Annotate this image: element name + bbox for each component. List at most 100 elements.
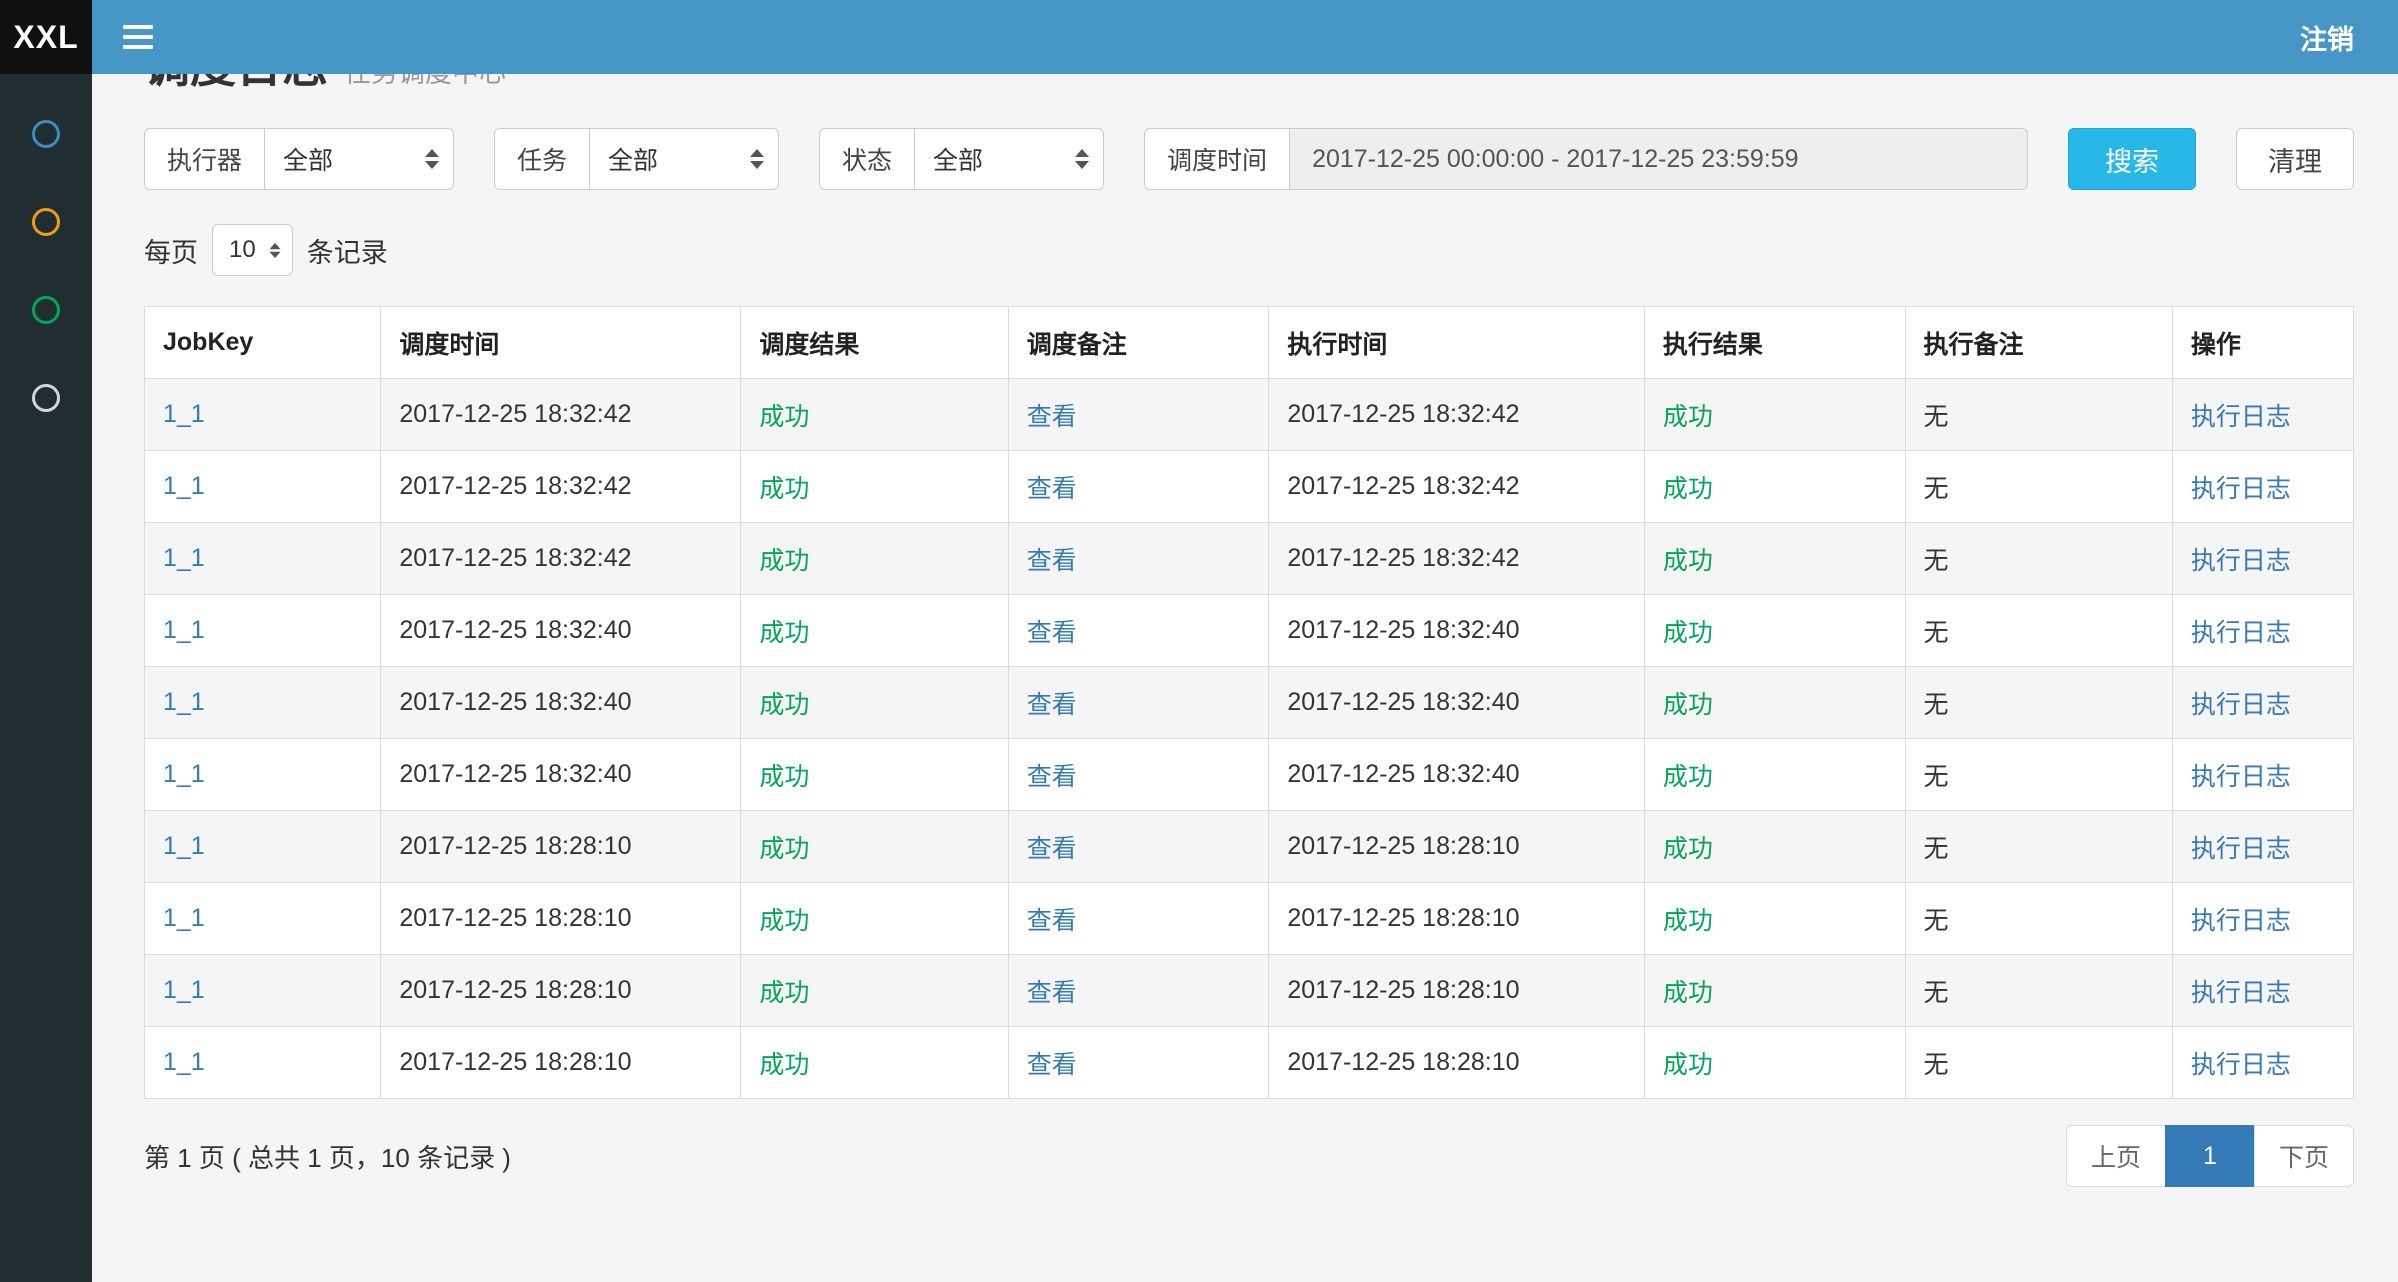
- pagination: 上页 1 下页: [2066, 1125, 2354, 1187]
- dispatch-time: 2017-12-25 18:32:40: [399, 616, 631, 644]
- sidebar-item[interactable]: [0, 354, 92, 442]
- dispatch-time: 2017-12-25 18:32:42: [399, 400, 631, 428]
- jobkey-link[interactable]: 1_1: [163, 472, 205, 500]
- dispatch-remark-link[interactable]: 查看: [1027, 547, 1077, 575]
- dispatch-remark-link[interactable]: 查看: [1027, 475, 1077, 503]
- time-range-input[interactable]: 2017-12-25 00:00:00 - 2017-12-25 23:59:5…: [1289, 128, 2028, 190]
- exec-log-link[interactable]: 执行日志: [2191, 1051, 2291, 1079]
- status-select-value: 全部: [933, 141, 983, 177]
- exec-remark: 无: [1924, 619, 1949, 647]
- sidebar-toggle-button[interactable]: [92, 0, 184, 74]
- dispatch-result: 成功: [759, 547, 809, 575]
- exec-remark-cell: 无: [1905, 739, 2172, 811]
- dispatch-result-cell: 成功: [741, 595, 1008, 667]
- exec-log-link-cell: 执行日志: [2172, 595, 2353, 667]
- status-label: 状态: [819, 128, 914, 190]
- exec-remark: 无: [1924, 763, 1949, 791]
- exec-log-link-cell: 执行日志: [2172, 739, 2353, 811]
- job-select-value: 全部: [608, 141, 658, 177]
- jobkey-link[interactable]: 1_1: [163, 904, 205, 932]
- jobkey-link[interactable]: 1_1: [163, 760, 205, 788]
- dispatch-remark-link-cell: 查看: [1008, 667, 1269, 739]
- exec-remark: 无: [1924, 1051, 1949, 1079]
- prev-page-button[interactable]: 上页: [2066, 1125, 2166, 1187]
- jobkey-link-cell: 1_1: [145, 883, 381, 955]
- dispatch-remark-link-cell: 查看: [1008, 595, 1269, 667]
- dispatch-remark-link[interactable]: 查看: [1027, 403, 1077, 431]
- current-page-button[interactable]: 1: [2165, 1125, 2255, 1187]
- dispatch-remark-link[interactable]: 查看: [1027, 691, 1077, 719]
- executor-select-value: 全部: [283, 141, 333, 177]
- exec-log-link[interactable]: 执行日志: [2191, 619, 2291, 647]
- jobkey-link[interactable]: 1_1: [163, 832, 205, 860]
- exec-result: 成功: [1663, 907, 1713, 935]
- exec-log-link-cell: 执行日志: [2172, 955, 2353, 1027]
- jobkey-link[interactable]: 1_1: [163, 688, 205, 716]
- dispatch-time-cell: 2017-12-25 18:28:10: [381, 883, 741, 955]
- sidebar-item[interactable]: [0, 266, 92, 354]
- table-row: 1_12017-12-25 18:32:42成功查看2017-12-25 18:…: [145, 523, 2354, 595]
- exec-remark: 无: [1924, 691, 1949, 719]
- exec-time-cell: 2017-12-25 18:28:10: [1269, 883, 1645, 955]
- exec-remark-cell: 无: [1905, 811, 2172, 883]
- table-body: 1_12017-12-25 18:32:42成功查看2017-12-25 18:…: [145, 379, 2354, 1099]
- dispatch-remark-link-cell: 查看: [1008, 811, 1269, 883]
- circle-o-icon: [32, 208, 60, 236]
- exec-result-cell: 成功: [1644, 379, 1905, 451]
- exec-time-cell: 2017-12-25 18:32:42: [1269, 379, 1645, 451]
- dispatch-remark-link-cell: 查看: [1008, 523, 1269, 595]
- exec-remark: 无: [1924, 979, 1949, 1007]
- sidebar-item[interactable]: [0, 178, 92, 266]
- exec-log-link[interactable]: 执行日志: [2191, 691, 2291, 719]
- table-row: 1_12017-12-25 18:28:10成功查看2017-12-25 18:…: [145, 1027, 2354, 1099]
- dispatch-remark-link[interactable]: 查看: [1027, 835, 1077, 863]
- dispatch-remark-link[interactable]: 查看: [1027, 1051, 1077, 1079]
- executor-select[interactable]: 全部: [264, 128, 454, 190]
- jobkey-link[interactable]: 1_1: [163, 544, 205, 572]
- jobkey-link-cell: 1_1: [145, 523, 381, 595]
- exec-result: 成功: [1663, 547, 1713, 575]
- hamburger-icon: [123, 25, 153, 29]
- dispatch-remark-link[interactable]: 查看: [1027, 763, 1077, 791]
- dispatch-remark-link[interactable]: 查看: [1027, 979, 1077, 1007]
- dispatch-result-cell: 成功: [741, 667, 1008, 739]
- exec-log-link[interactable]: 执行日志: [2191, 907, 2291, 935]
- jobkey-link[interactable]: 1_1: [163, 616, 205, 644]
- exec-result-cell: 成功: [1644, 883, 1905, 955]
- time-label: 调度时间: [1144, 128, 1289, 190]
- exec-result: 成功: [1663, 979, 1713, 1007]
- dispatch-result: 成功: [759, 1051, 809, 1079]
- exec-log-link-cell: 执行日志: [2172, 883, 2353, 955]
- dispatch-time: 2017-12-25 18:32:40: [399, 760, 631, 788]
- page-size-select[interactable]: 10: [212, 224, 293, 276]
- search-button[interactable]: 搜索: [2068, 128, 2196, 190]
- jobkey-link[interactable]: 1_1: [163, 976, 205, 1004]
- dispatch-time: 2017-12-25 18:32:42: [399, 472, 631, 500]
- logout-link[interactable]: 注销: [2300, 18, 2354, 57]
- pagination-summary: 第 1 页 ( 总共 1 页，10 条记录 ): [144, 1138, 511, 1175]
- exec-log-link[interactable]: 执行日志: [2191, 763, 2291, 791]
- dispatch-result: 成功: [759, 907, 809, 935]
- dispatch-remark-link-cell: 查看: [1008, 1027, 1269, 1099]
- next-page-button[interactable]: 下页: [2254, 1125, 2354, 1187]
- status-select[interactable]: 全部: [914, 128, 1104, 190]
- page-size-value: 10: [229, 236, 256, 264]
- job-select[interactable]: 全部: [589, 128, 779, 190]
- jobkey-link[interactable]: 1_1: [163, 400, 205, 428]
- dispatch-remark-link[interactable]: 查看: [1027, 907, 1077, 935]
- dispatch-remark-link[interactable]: 查看: [1027, 619, 1077, 647]
- dispatch-log-table: JobKey调度时间调度结果调度备注执行时间执行结果执行备注操作 1_12017…: [144, 306, 2354, 1099]
- clear-button[interactable]: 清理: [2236, 128, 2354, 190]
- column-header: 执行备注: [1905, 307, 2172, 379]
- exec-log-link[interactable]: 执行日志: [2191, 547, 2291, 575]
- select-arrows-icon: [269, 242, 280, 257]
- jobkey-link[interactable]: 1_1: [163, 1048, 205, 1076]
- exec-log-link[interactable]: 执行日志: [2191, 835, 2291, 863]
- exec-log-link[interactable]: 执行日志: [2191, 475, 2291, 503]
- exec-log-link[interactable]: 执行日志: [2191, 403, 2291, 431]
- exec-log-link[interactable]: 执行日志: [2191, 979, 2291, 1007]
- exec-time: 2017-12-25 18:28:10: [1287, 832, 1519, 860]
- exec-result: 成功: [1663, 835, 1713, 863]
- sidebar-item[interactable]: [0, 90, 92, 178]
- dispatch-result: 成功: [759, 403, 809, 431]
